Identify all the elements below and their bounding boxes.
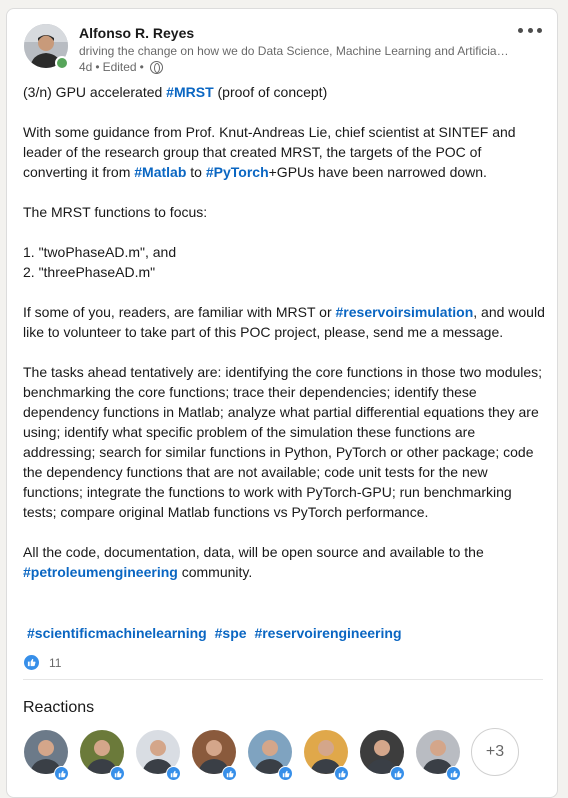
reactor-avatar[interactable]: [248, 730, 293, 781]
meta-separator: •: [139, 60, 144, 74]
like-icon: [166, 766, 181, 781]
text: All the code, documentation, data, will …: [23, 544, 484, 560]
reactor-avatar[interactable]: [80, 730, 125, 781]
online-status-indicator: [55, 56, 69, 70]
divider: [23, 679, 543, 680]
post-card: Alfonso R. Reyes driving the change on h…: [6, 8, 558, 798]
like-icon: [222, 766, 237, 781]
hashtag-link[interactable]: #scientificmachinelearning: [27, 625, 207, 641]
post-body: (3/n) GPU accelerated #MRST (proof of co…: [23, 82, 548, 602]
hashtag-link[interactable]: #petroleumengineering: [23, 564, 178, 580]
globe-icon: [149, 60, 163, 74]
reactions-summary[interactable]: 11: [24, 655, 61, 670]
dot: [527, 27, 533, 33]
more-reactors-button[interactable]: +3: [471, 728, 519, 776]
post-age: 4d: [79, 60, 93, 74]
hashtag-link[interactable]: #MRST: [166, 84, 213, 100]
hashtag-link[interactable]: #reservoirengineering: [254, 625, 401, 641]
text: to: [186, 164, 206, 180]
like-icon: [110, 766, 125, 781]
post-paragraph: All the code, documentation, data, will …: [23, 542, 548, 582]
dot: [518, 27, 523, 33]
author-name[interactable]: Alfonso R. Reyes: [79, 25, 194, 41]
reactor-avatar[interactable]: [416, 730, 461, 781]
list-item: 1. "twoPhaseAD.m", and: [23, 244, 177, 260]
meta-separator: •: [95, 60, 100, 74]
text: If some of you, readers, are familiar wi…: [23, 304, 336, 320]
post-paragraph: If some of you, readers, are familiar wi…: [23, 302, 548, 342]
like-icon: [390, 766, 405, 781]
like-icon: [446, 766, 461, 781]
hashtag-link[interactable]: #reservoirsimulation: [336, 304, 474, 320]
like-icon: [24, 655, 39, 670]
reactions-heading: Reactions: [23, 699, 95, 716]
post-paragraph: (3/n) GPU accelerated #MRST (proof of co…: [23, 82, 548, 102]
reactor-avatar[interactable]: [360, 730, 405, 781]
text: (proof of concept): [213, 84, 328, 100]
hashtag-link[interactable]: #PyTorch: [206, 164, 269, 180]
reactor-avatar[interactable]: [24, 730, 69, 781]
text: community.: [177, 564, 253, 580]
like-icon: [278, 766, 293, 781]
post-list: 1. "twoPhaseAD.m", and 2. "threePhaseAD.…: [23, 242, 548, 282]
hashtag-link[interactable]: #Matlab: [134, 164, 186, 180]
author-headline: driving the change on how we do Data Sci…: [79, 44, 509, 58]
list-item: 2. "threePhaseAD.m": [23, 264, 156, 280]
post-paragraph: The tasks ahead tentatively are: identif…: [23, 364, 543, 520]
reactor-avatar[interactable]: [136, 730, 181, 781]
dot: [537, 27, 542, 33]
reactor-avatar[interactable]: [192, 730, 237, 781]
post-meta: 4d • Edited •: [79, 60, 163, 74]
text: (3/n) GPU accelerated: [23, 84, 167, 100]
like-icon: [54, 766, 69, 781]
reactor-avatar[interactable]: [304, 730, 349, 781]
text: +GPUs have been narrowed down.: [268, 164, 487, 180]
more-options-button[interactable]: [518, 23, 542, 37]
post-paragraph: The MRST functions to focus:: [23, 204, 208, 220]
post-paragraph: With some guidance from Prof. Knut-Andre…: [23, 122, 548, 182]
reaction-count: 11: [49, 655, 62, 670]
like-icon: [334, 766, 349, 781]
hashtag-line: #scientificmachinelearning #spe #reservo…: [27, 624, 406, 642]
edited-label: Edited: [102, 60, 137, 74]
hashtag-link[interactable]: #spe: [215, 625, 247, 641]
